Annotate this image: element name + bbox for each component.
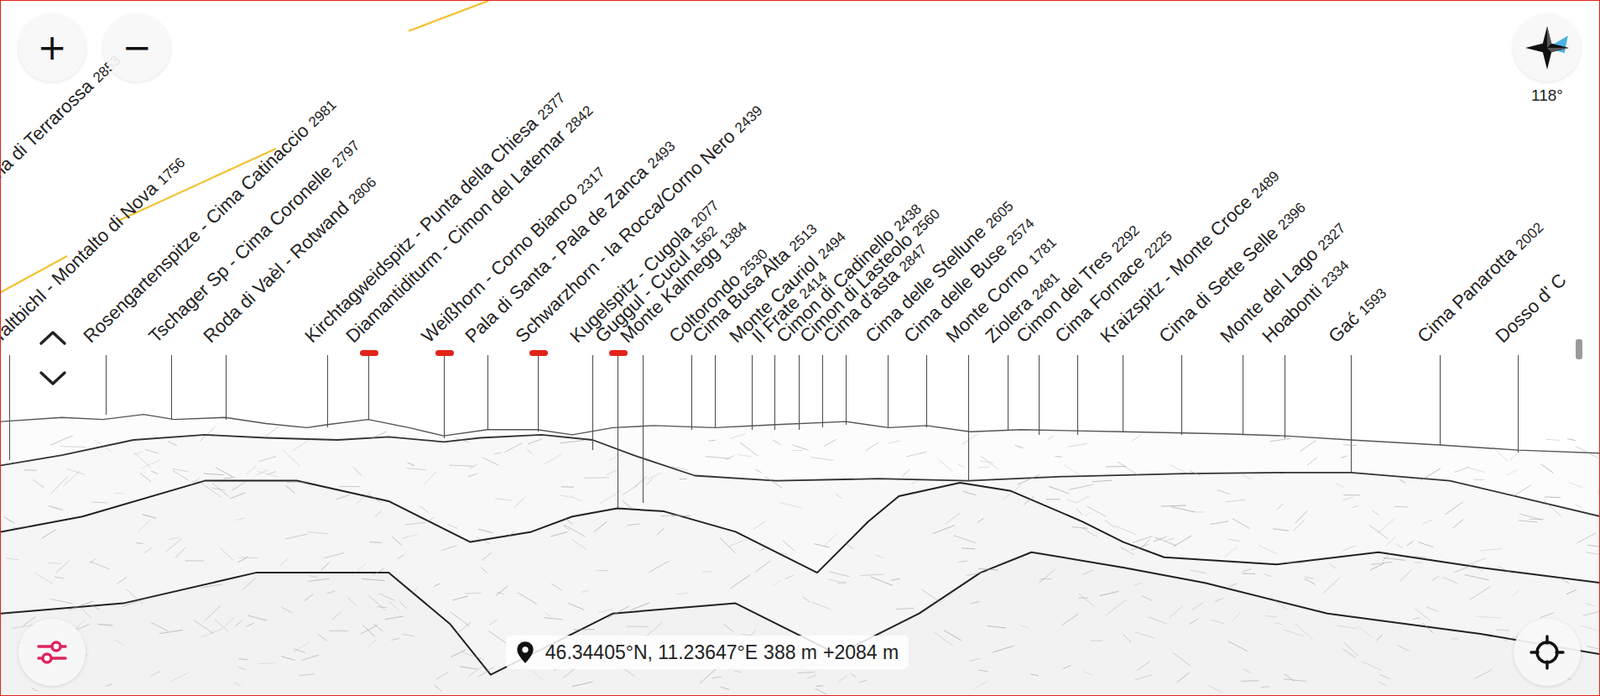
peak-leader-line xyxy=(968,354,970,481)
peak-name: Taltbichl - Montalto di Nova xyxy=(0,177,162,347)
peak-leader-line xyxy=(1181,354,1183,435)
peak-elevation: 2489 xyxy=(1248,167,1283,202)
peak-elevation: 1593 xyxy=(1355,284,1391,318)
scrollbar-thumb[interactable] xyxy=(1575,338,1583,360)
peak-leader-line xyxy=(822,354,824,428)
peak-leader-line xyxy=(225,354,227,420)
peak-leader-line xyxy=(691,354,693,430)
peak-elevation: 2797 xyxy=(328,136,364,171)
panorama-screen: na di Terrarossa2853Taltbichl - Montalto… xyxy=(0,0,1600,696)
compass: 118° xyxy=(1513,14,1581,105)
peak-leader-line xyxy=(617,354,619,508)
peak-leader-line xyxy=(9,354,11,460)
peak-leader-line xyxy=(774,354,776,430)
peak-marker xyxy=(359,349,379,356)
peak-leader-line xyxy=(1517,354,1519,453)
peak-elevation: 2494 xyxy=(815,228,850,262)
sliders-icon xyxy=(33,633,71,671)
height-offset: +2084 m xyxy=(823,641,899,664)
peak-elevation: 2842 xyxy=(562,102,597,136)
terrain-view[interactable] xyxy=(0,0,1600,696)
peak-name: Gać xyxy=(1323,307,1364,347)
peak-elevation: 2327 xyxy=(1314,219,1350,254)
bottom-bar: 46.34405°N, 11.23647°E388 m+2084 m xyxy=(18,618,1581,686)
peak-elevation: 2605 xyxy=(982,198,1017,232)
peak-marker xyxy=(435,349,454,356)
peak-leader-line xyxy=(1439,354,1441,445)
peak-leader-line xyxy=(368,354,370,420)
peak-label[interactable]: Cima Panarotta2002 xyxy=(1412,215,1548,347)
peak-label[interactable]: Gać1593 xyxy=(1323,281,1391,347)
compass-button[interactable] xyxy=(1513,14,1581,82)
peak-elevation: 2377 xyxy=(534,88,569,123)
peak-elevation: 2292 xyxy=(1108,221,1143,256)
zoom-button[interactable]: + xyxy=(18,14,86,82)
peak-elevation: 1756 xyxy=(154,154,189,188)
peak-leader-line xyxy=(1284,354,1286,438)
map-pin-icon xyxy=(515,640,535,664)
peak-name: na di Terrarossa xyxy=(0,75,98,183)
zoom-button[interactable]: − xyxy=(103,14,171,82)
peak-leader-line xyxy=(1242,354,1244,435)
peak-leader-line xyxy=(537,354,539,432)
peak-leader-line xyxy=(592,354,594,450)
peak-elevation: 2317 xyxy=(573,163,609,198)
peak-marker xyxy=(529,349,548,356)
locate-button[interactable] xyxy=(1513,618,1581,686)
zoom-controls: +− xyxy=(18,14,171,82)
peak-leader-line xyxy=(487,354,489,430)
peak-elevation: 1384 xyxy=(716,218,751,252)
peak-leader-line xyxy=(443,354,445,438)
peak-leader-line xyxy=(642,354,644,503)
peak-leader-line xyxy=(751,354,753,430)
ridge xyxy=(0,480,1600,696)
peak-leader-line xyxy=(798,354,800,430)
tilt-controls xyxy=(36,323,70,392)
peak-elevation: 2439 xyxy=(731,102,767,136)
peak-leader-line xyxy=(845,354,847,425)
peak-elevation: 2493 xyxy=(644,137,679,172)
tilt-down-button[interactable] xyxy=(36,363,70,392)
peak-elevation: 2225 xyxy=(1141,227,1176,261)
chevron-down-icon xyxy=(37,367,68,388)
peak-elevation: 2396 xyxy=(1275,198,1310,233)
peak-leader-line xyxy=(105,354,107,415)
peak-elevation: 2334 xyxy=(1318,256,1353,291)
locate-crosshair-icon xyxy=(1528,633,1566,671)
peak-leader-line xyxy=(1122,354,1124,432)
ridge xyxy=(0,434,1600,696)
peak-leader-line xyxy=(1350,354,1352,473)
peak-leader-line xyxy=(1007,354,1009,430)
peak-elevation: 2574 xyxy=(1003,214,1038,249)
coordinates: 46.34405°N, 11.23647°E xyxy=(545,641,758,664)
peak-leader-line xyxy=(1038,354,1040,435)
sun-path xyxy=(408,0,489,32)
peak-elevation: 2981 xyxy=(305,96,340,131)
settings-button[interactable] xyxy=(18,618,86,686)
ridge xyxy=(0,552,1600,696)
peak-leader-line xyxy=(714,354,716,428)
peak-leader-line xyxy=(926,354,928,428)
chevron-up-icon xyxy=(37,327,68,348)
peak-leader-line xyxy=(887,354,889,428)
compass-heading: 118° xyxy=(1531,86,1564,105)
ridge xyxy=(0,414,1600,696)
compass-icon xyxy=(1521,21,1574,74)
peak-elevation: 1781 xyxy=(1025,234,1060,268)
peak-marker xyxy=(609,349,628,356)
peak-name: Dosso d' C xyxy=(1491,269,1571,347)
top-bar: +− 118° xyxy=(18,14,1581,105)
peak-label[interactable]: Dosso d' C xyxy=(1491,269,1571,347)
terrain-shading xyxy=(4,426,1600,694)
peak-leader-line xyxy=(327,354,329,428)
peak-leader-line xyxy=(171,354,172,420)
location-info[interactable]: 46.34405°N, 11.23647°E388 m+2084 m xyxy=(505,635,909,669)
peak-leader-line xyxy=(1077,354,1079,435)
peak-elevation: 2806 xyxy=(344,173,380,208)
altitude: 388 m xyxy=(763,641,818,664)
peak-elevation: 2002 xyxy=(1512,218,1548,253)
tilt-up-button[interactable] xyxy=(36,323,70,352)
